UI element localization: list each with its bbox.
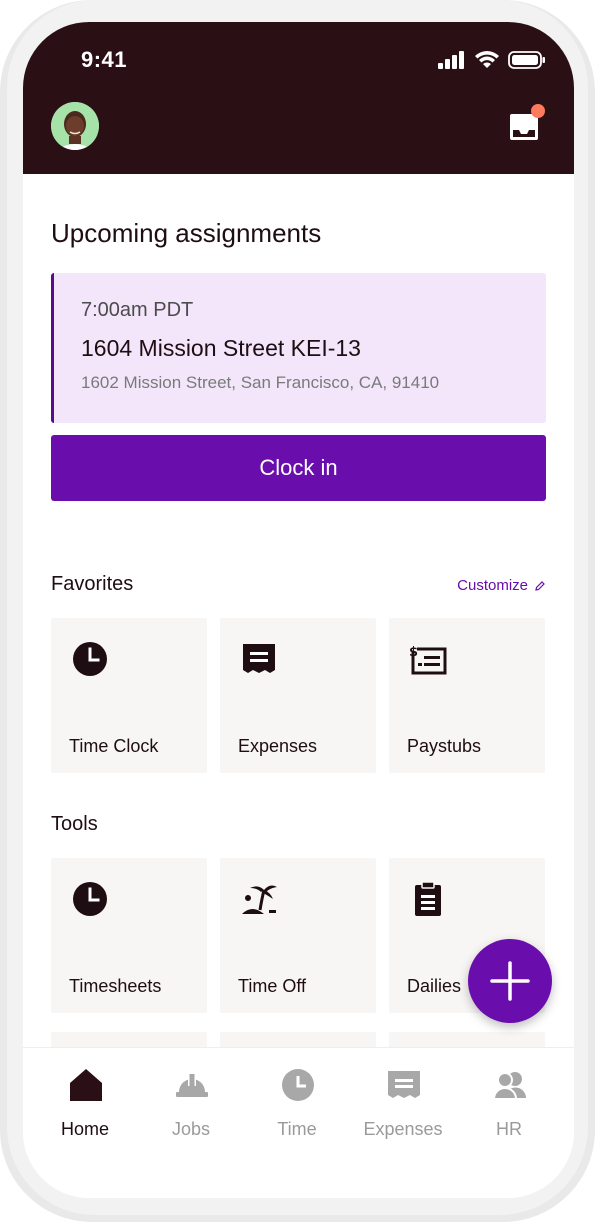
clipboard-icon (415, 881, 441, 916)
nav-item-time[interactable]: Time (247, 1048, 347, 1158)
nav-label: Time (277, 1119, 317, 1139)
tile-label: Time Off (238, 976, 307, 996)
clock-icon (73, 642, 107, 676)
nav-item-jobs[interactable]: Jobs (141, 1048, 241, 1158)
favorite-tile-paystubs[interactable]: $ Paystubs (389, 618, 545, 773)
tools-title: Tools (51, 813, 98, 835)
island-icon (242, 885, 277, 914)
assignment-name: 1604 Mission Street KEI-13 (81, 335, 361, 361)
upcoming-assignments-title: Upcoming assignments (51, 218, 322, 248)
plus-icon (490, 961, 530, 1001)
device-frame: 9:41 Upcoming assignments 7:00am PDT 160… (0, 0, 595, 1222)
hardhat-icon (176, 1074, 208, 1097)
assignment-time: 7:00am PDT (81, 299, 194, 321)
app-header: 9:41 (23, 22, 574, 174)
tile-label: Expenses (238, 736, 318, 756)
cellular-signal-icon (438, 51, 464, 69)
nav-item-expenses[interactable]: Expenses (353, 1048, 453, 1158)
paystub-icon: $ (409, 645, 447, 675)
clock-icon (282, 1069, 314, 1101)
customize-label: Customize (457, 577, 528, 594)
pencil-icon (535, 580, 545, 591)
add-fab-button[interactable] (468, 939, 552, 1023)
nav-item-home[interactable]: Home (35, 1048, 135, 1158)
tool-tile-time-off[interactable]: Time Off (220, 858, 376, 1013)
status-time: 9:41 (81, 47, 128, 72)
people-icon (493, 1072, 526, 1100)
nav-label: Jobs (171, 1119, 211, 1139)
favorites-title: Favorites (51, 573, 134, 595)
app-screen: 9:41 Upcoming assignments 7:00am PDT 160… (23, 22, 574, 1198)
battery-icon (508, 51, 545, 69)
favorite-tile-time-clock[interactable]: Time Clock (51, 618, 207, 773)
clock-in-button[interactable]: Clock in (51, 435, 546, 501)
assignment-address: 1602 Mission Street, San Francisco, CA, … (81, 373, 440, 392)
wifi-icon (475, 51, 499, 68)
nav-label: Home (60, 1119, 109, 1139)
bottom-nav: Home Jobs Time Expenses HR (23, 1047, 574, 1198)
tile-label: Time Clock (69, 736, 159, 756)
customize-button[interactable]: Customize (457, 577, 546, 594)
clock-icon (73, 882, 107, 916)
tile-label: Dailies (407, 976, 462, 996)
notification-dot (531, 104, 545, 118)
tile-label: Timesheets (69, 976, 162, 996)
tool-tile-timesheets[interactable]: Timesheets (51, 858, 207, 1013)
avatar[interactable] (51, 102, 99, 150)
svg-text:$: $ (409, 645, 418, 660)
nav-item-hr[interactable]: HR (459, 1048, 559, 1158)
assignment-card[interactable]: 7:00am PDT 1604 Mission Street KEI-13 16… (51, 273, 546, 423)
favorite-tile-expenses[interactable]: Expenses (220, 618, 376, 773)
receipt-icon (243, 644, 275, 673)
receipt-icon (388, 1071, 420, 1098)
status-icons (438, 50, 546, 70)
nav-label: HR (496, 1119, 522, 1139)
tile-label: Paystubs (407, 736, 482, 756)
home-icon (70, 1069, 102, 1101)
nav-label: Expenses (363, 1119, 443, 1139)
avatar-portrait (51, 102, 99, 150)
